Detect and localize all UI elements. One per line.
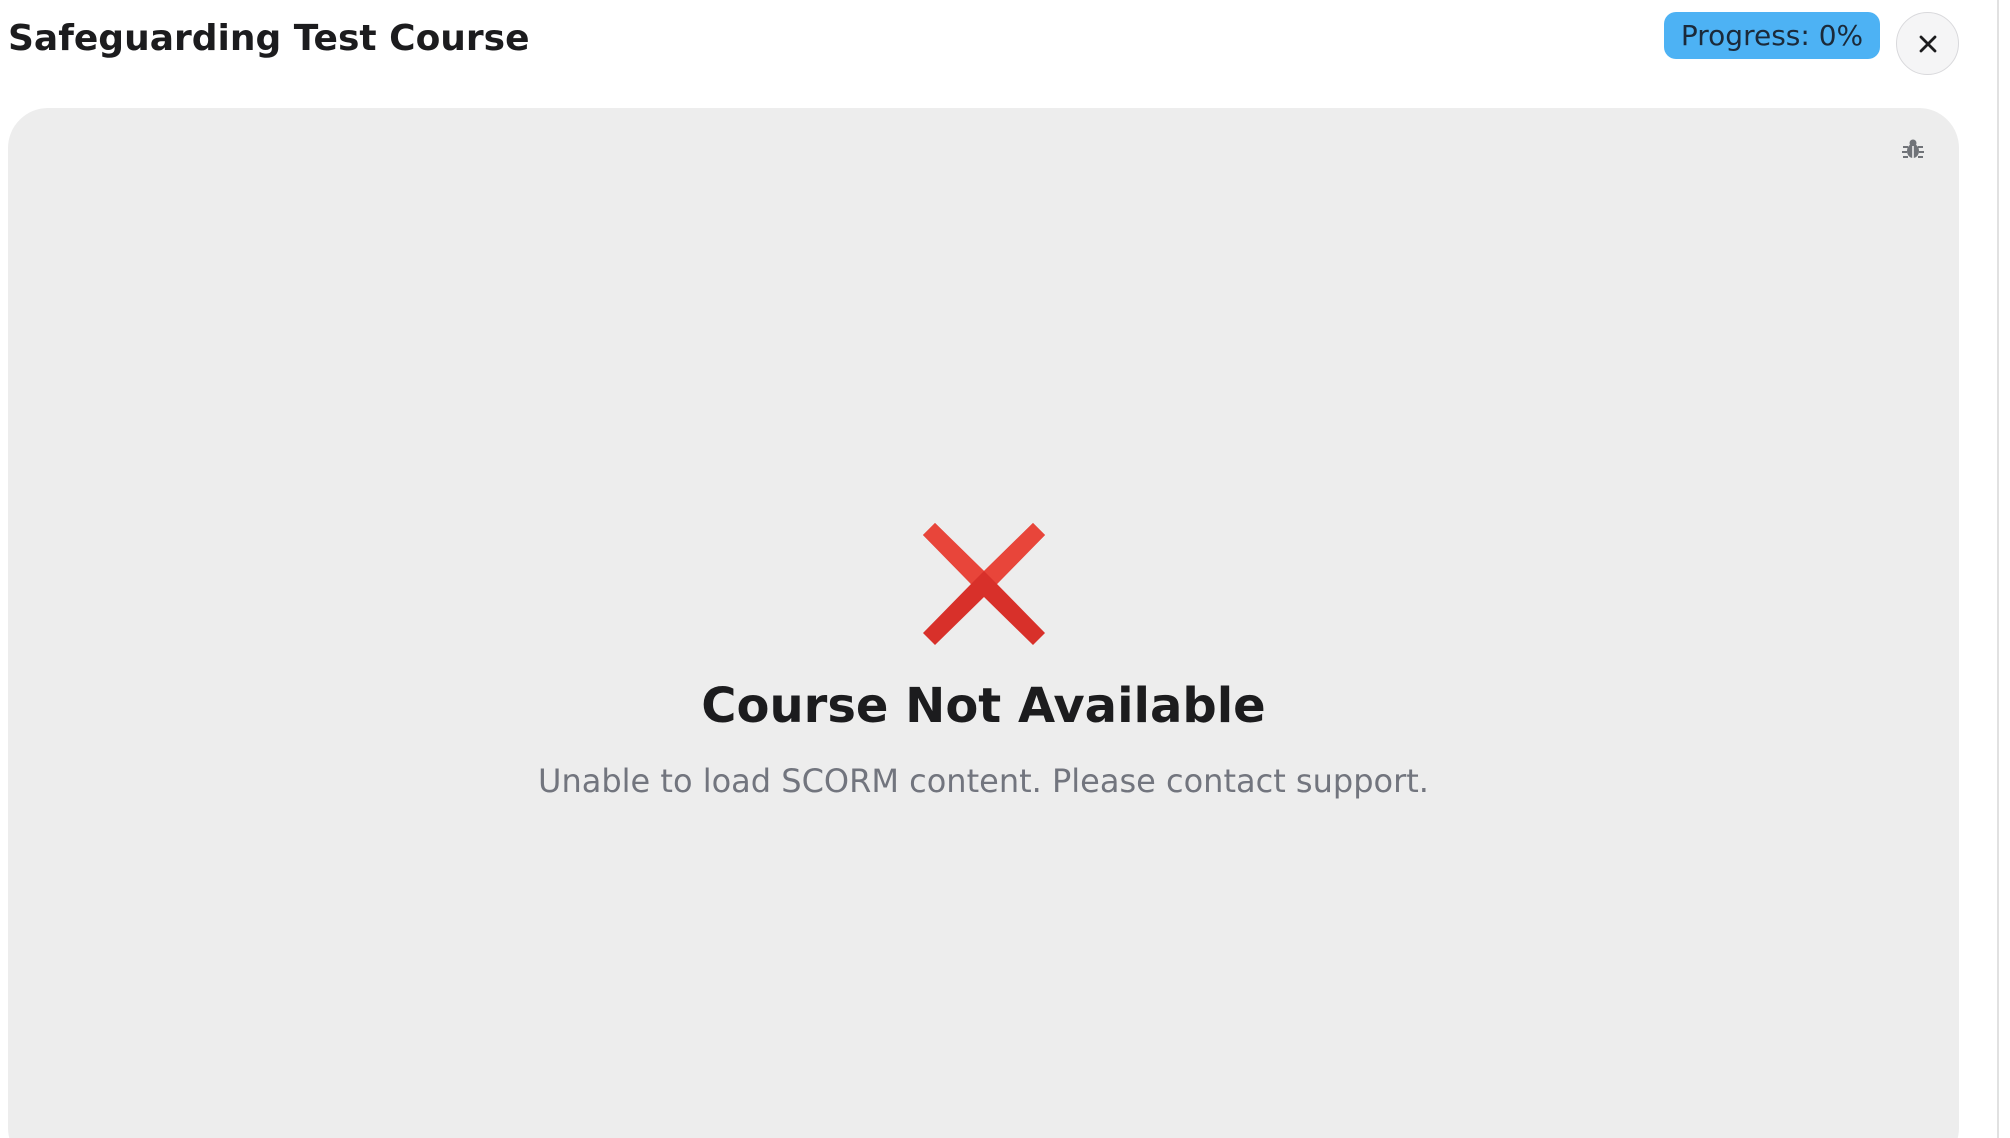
red-x-icon <box>923 523 1045 645</box>
error-message: Unable to load SCORM content. Please con… <box>538 762 1429 800</box>
course-player-page: Safeguarding Test Course Progress: 0% Co… <box>0 0 2010 1138</box>
page-scrollbar[interactable] <box>1997 0 2010 1138</box>
course-content-viewer: Course Not Available Unable to load SCOR… <box>8 108 1959 1138</box>
error-title: Course Not Available <box>701 678 1266 734</box>
debug-button[interactable] <box>1898 136 1928 166</box>
close-button[interactable] <box>1896 12 1959 75</box>
course-title: Safeguarding Test Course <box>8 18 530 59</box>
close-icon <box>1918 34 1938 54</box>
bug-icon <box>1901 137 1925 165</box>
progress-badge: Progress: 0% <box>1664 12 1880 59</box>
